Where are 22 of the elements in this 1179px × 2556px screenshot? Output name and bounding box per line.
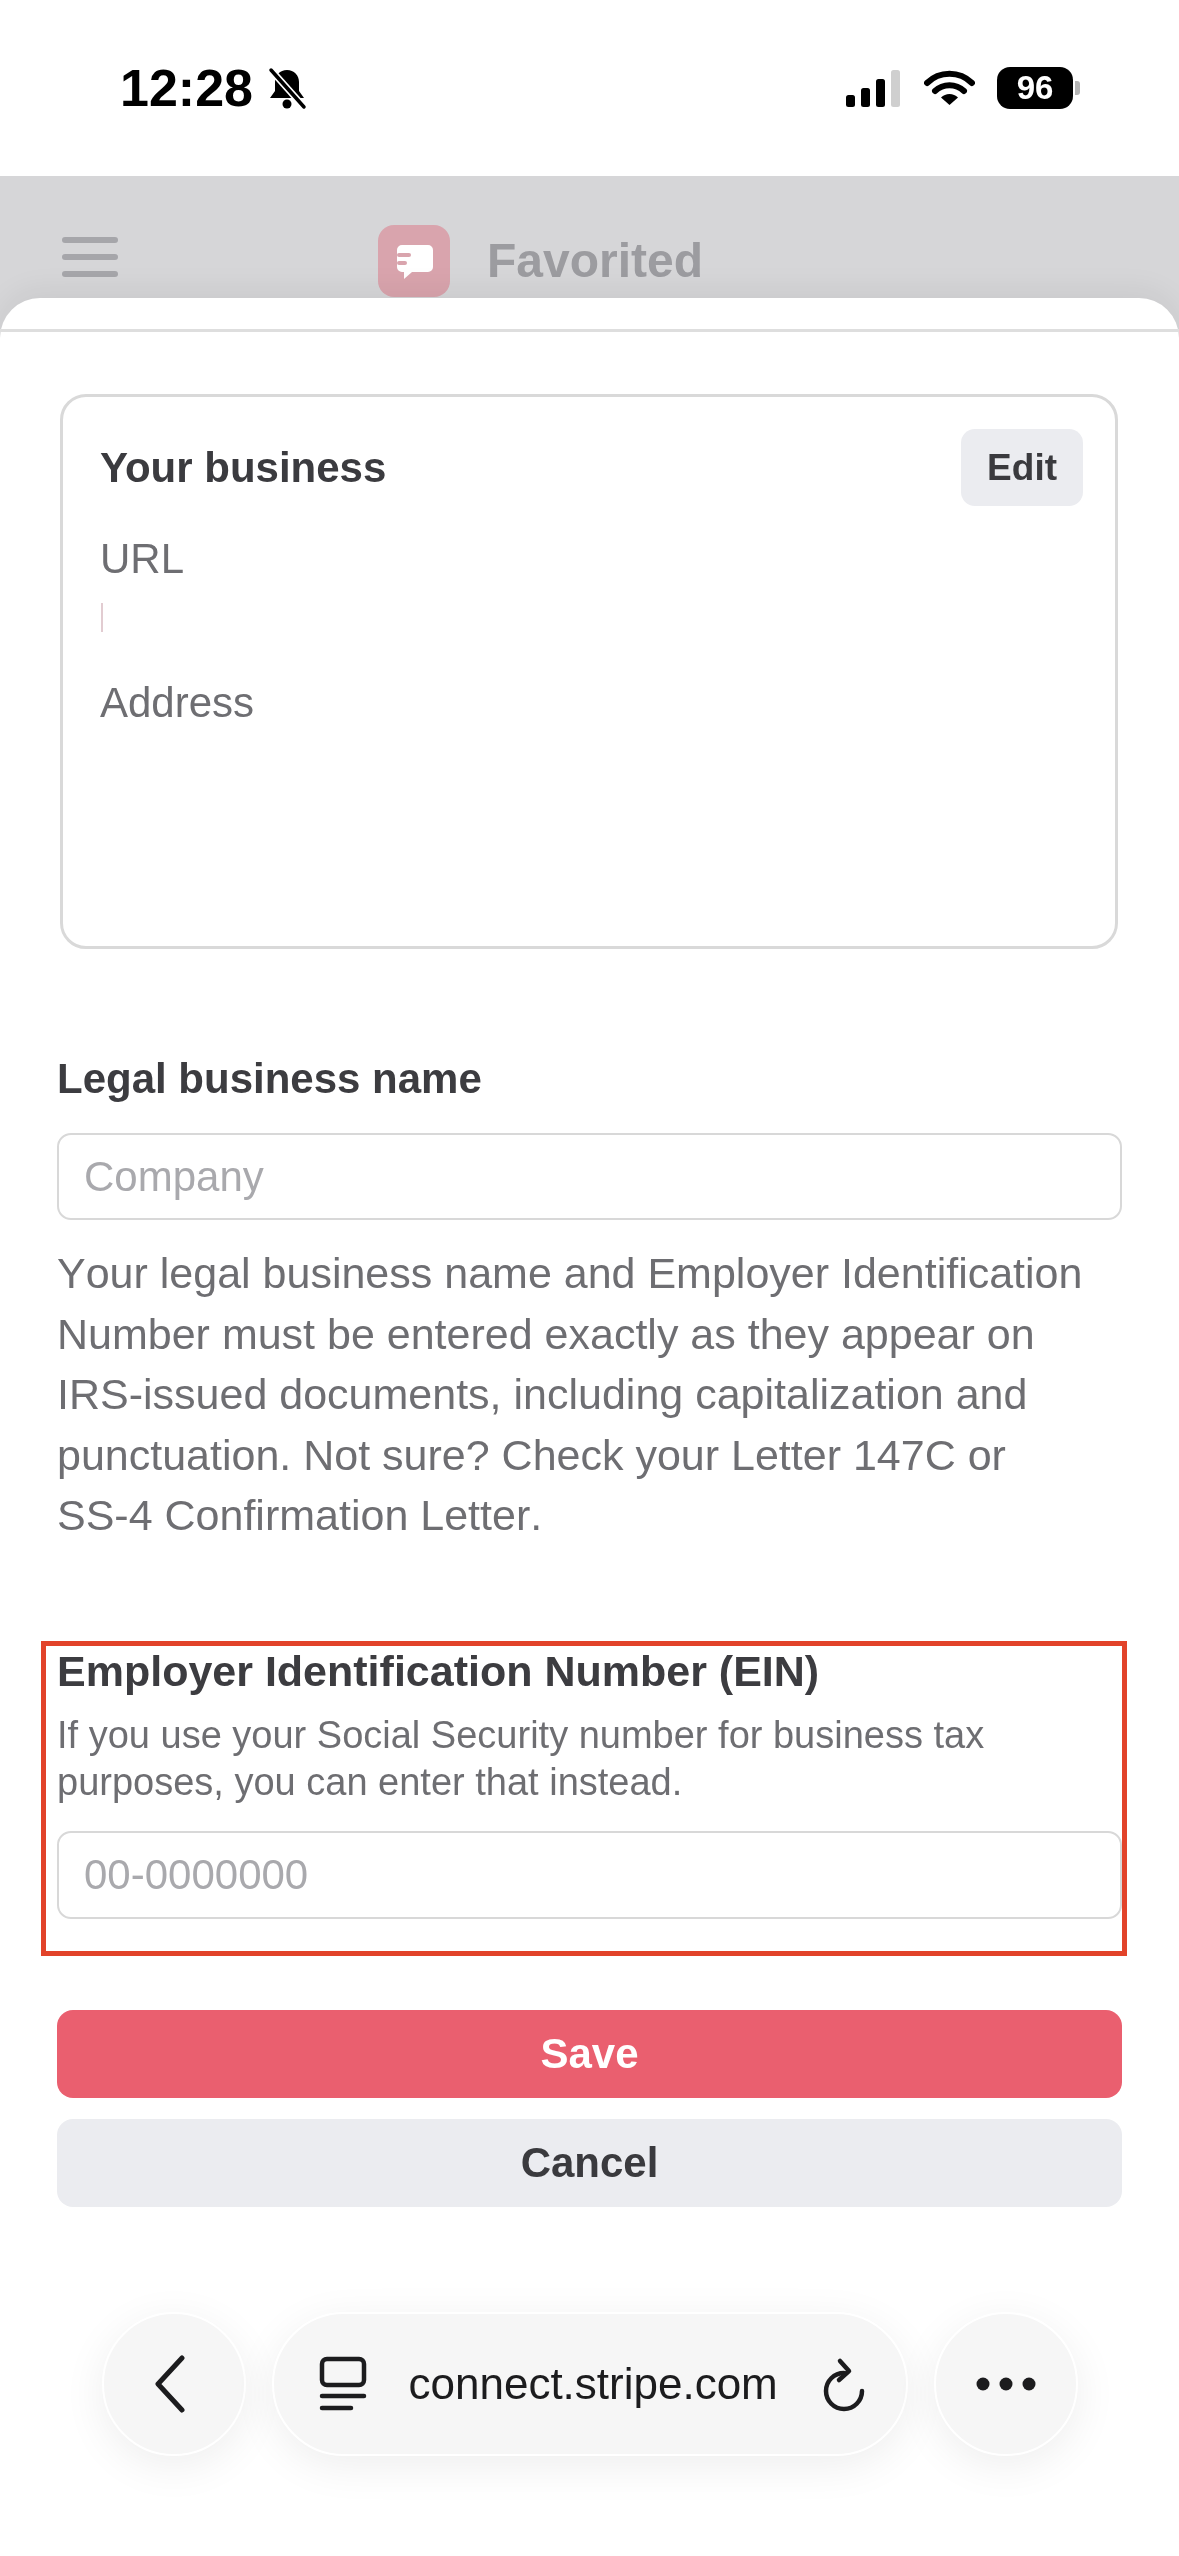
cancel-button[interactable]: Cancel xyxy=(57,2118,1122,2207)
page-title: Favorited xyxy=(487,233,704,289)
field-label: URL xyxy=(100,534,185,584)
help-text: If you use your Social Security number for business tax purposes, you can enter that instead. xyxy=(57,1712,986,1805)
address-bar[interactable]: connect.stripe.com xyxy=(271,2312,908,2456)
company-input[interactable]: Company xyxy=(57,1133,1122,1220)
battery-indicator: 96 xyxy=(997,67,1080,109)
card-title: Your business xyxy=(100,442,387,493)
edit-button[interactable]: Edit xyxy=(961,429,1083,506)
url-text[interactable]: connect.stripe.com xyxy=(408,2358,778,2410)
wifi-icon xyxy=(924,70,975,106)
help-text: Your legal business name and Employer Identification Number must be entered exactly as they appear on IRS-issued documents, including capitalization and punctuation. Not sure? Check your Letter 147C or SS-4 Confirmation Letter. xyxy=(57,1248,1084,1541)
signal-icon xyxy=(845,69,901,107)
field-label: Legal business name xyxy=(57,1054,483,1104)
more-icon xyxy=(975,2377,1036,2391)
page-layout-icon[interactable] xyxy=(318,2356,367,2412)
field-label: Employer Identification Number (EIN) xyxy=(57,1647,820,1694)
status-time: 12:28 xyxy=(120,60,253,116)
chevron-left-icon xyxy=(153,2355,186,2413)
field-label: Address xyxy=(100,678,255,728)
menu-icon[interactable] xyxy=(62,235,118,279)
ein-input[interactable]: 00-0000000 xyxy=(57,1830,1122,1919)
